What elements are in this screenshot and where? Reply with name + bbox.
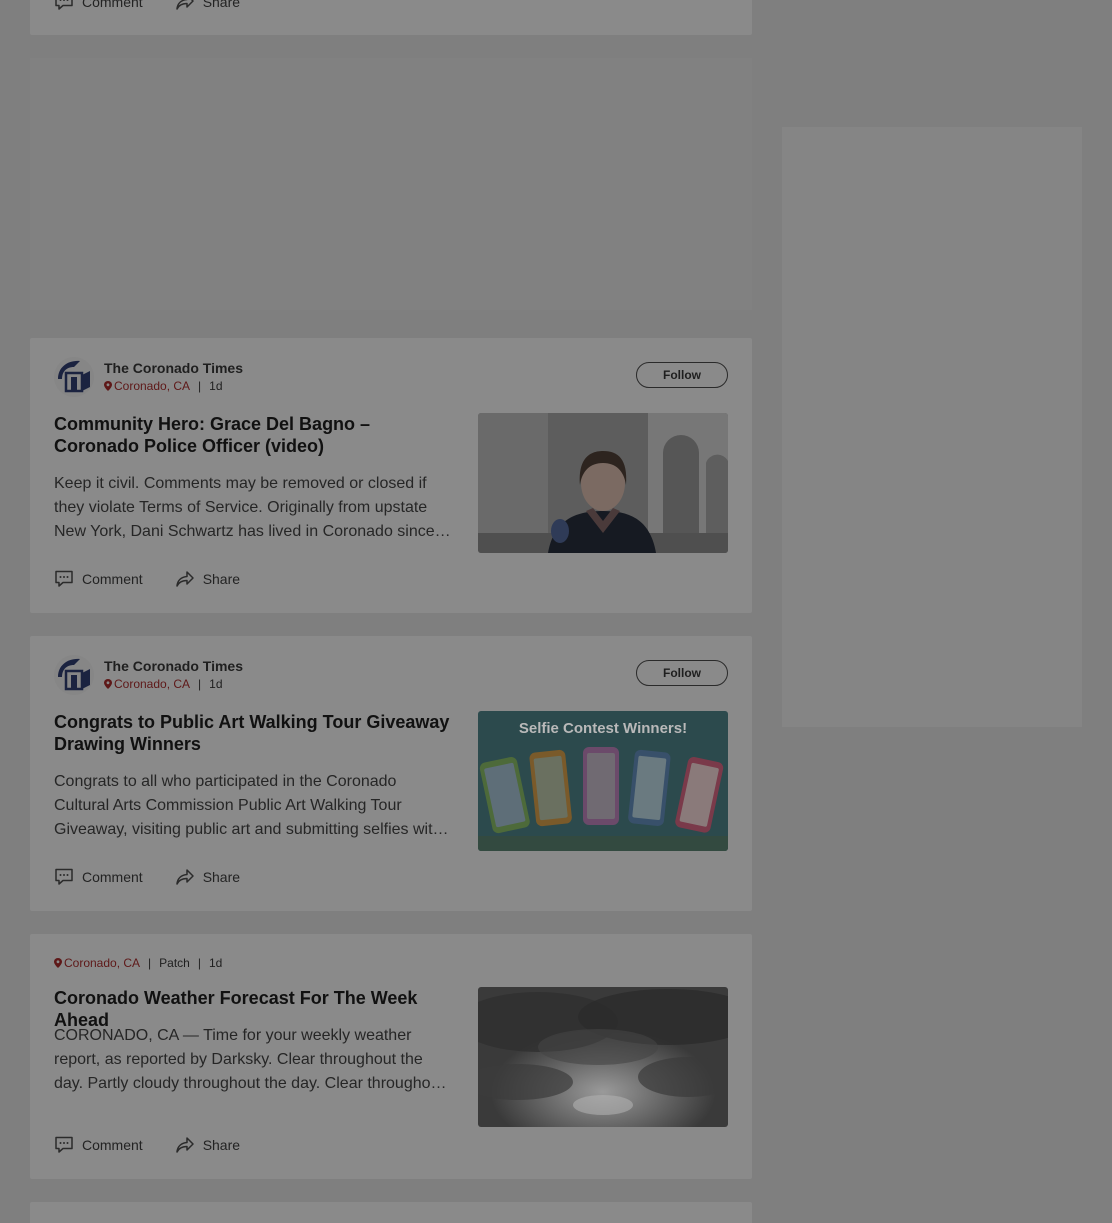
publisher-logo[interactable] (54, 357, 94, 397)
comment-button[interactable]: Comment (54, 570, 143, 588)
ad-slot (30, 58, 752, 310)
article-title[interactable]: Congrats to Public Art Walking Tour Give… (54, 711, 454, 755)
comment-button[interactable]: Comment (54, 0, 143, 11)
publisher-name[interactable]: The Coronado Times (104, 658, 243, 674)
share-label: Share (202, 571, 241, 587)
share-button[interactable]: Share (175, 868, 240, 886)
article-age: 1d (209, 677, 223, 691)
article-card: The Coronado Times Coronado, CA | 1d Fol… (30, 636, 752, 911)
share-icon (175, 869, 194, 885)
selfie-contest-thumbnail: Selfie Contest Winners! (478, 711, 728, 851)
coronado-times-logo-icon (58, 360, 90, 393)
comment-label: Comment (82, 571, 143, 587)
article-summary[interactable]: Congrats to all who participated in the … (54, 770, 454, 842)
location-label: Coronado, CA (64, 956, 141, 970)
meta-separator: | (198, 677, 202, 691)
share-icon (175, 571, 194, 587)
comment-icon (55, 570, 73, 587)
article-meta: Coronado, CA | Patch | 1d (54, 956, 222, 970)
location-pin-icon (54, 958, 62, 968)
comment-button[interactable]: Comment (54, 868, 143, 886)
location-link[interactable]: Coronado, CA (104, 379, 190, 393)
publisher-name[interactable]: The Coronado Times (104, 360, 243, 376)
article-actions: Comment Share (54, 867, 272, 887)
article-actions: Comment Share (54, 569, 272, 589)
article-source[interactable]: Patch (159, 956, 190, 970)
share-button[interactable]: Share (175, 0, 240, 11)
comment-icon (55, 0, 73, 10)
sidebar-ad-slot (782, 127, 1082, 727)
share-label: Share (202, 869, 241, 885)
share-icon (175, 1137, 194, 1153)
article-thumbnail[interactable] (478, 987, 728, 1127)
comment-icon (55, 868, 73, 885)
article-summary[interactable]: Keep it civil. Comments may be removed o… (54, 472, 454, 544)
location-link[interactable]: Coronado, CA (104, 677, 190, 691)
article-age: 1d (209, 379, 223, 393)
article-thumbnail[interactable] (478, 413, 728, 553)
publisher-row: The Coronado Times Coronado, CA | 1d Fol… (54, 655, 728, 695)
next-article-card (30, 1202, 752, 1223)
comment-label: Comment (82, 0, 143, 10)
location-link[interactable]: Coronado, CA (54, 956, 140, 970)
article-meta: Coronado, CA | 1d (104, 677, 223, 691)
article-card: Coronado, CA | Patch | 1d Coronado Weath… (30, 934, 752, 1179)
comment-icon (55, 1136, 73, 1153)
meta-separator: | (197, 956, 201, 970)
share-label: Share (202, 1137, 241, 1153)
publisher-logo[interactable] (54, 655, 94, 695)
comment-label: Comment (82, 869, 143, 885)
share-label: Share (202, 0, 241, 10)
article-age: 1d (208, 956, 223, 970)
storm-clouds-thumbnail (478, 987, 728, 1127)
article-actions: Comment Share (54, 0, 272, 12)
thumbnail-caption: Selfie Contest Winners! (519, 720, 687, 737)
location-label: Coronado, CA (114, 677, 191, 691)
follow-button[interactable]: Follow (636, 362, 728, 388)
article-summary[interactable]: CORONADO, CA — Time for your weekly weat… (54, 1024, 454, 1096)
publisher-row: The Coronado Times Coronado, CA | 1d Fol… (54, 357, 728, 397)
location-pin-icon (104, 381, 112, 391)
meta-separator: | (148, 956, 152, 970)
comment-button[interactable]: Comment (54, 1136, 143, 1154)
meta-separator: | (198, 379, 202, 393)
share-button[interactable]: Share (175, 570, 240, 588)
share-icon (175, 0, 194, 10)
article-thumbnail[interactable]: Selfie Contest Winners! (478, 711, 728, 851)
article-card: The Coronado Times Coronado, CA | 1d Fol… (30, 338, 752, 613)
coronado-times-logo-icon (58, 658, 90, 691)
article-title[interactable]: Community Hero: Grace Del Bagno – Corona… (54, 413, 454, 457)
police-officer-thumbnail (478, 413, 728, 553)
location-pin-icon (104, 679, 112, 689)
comment-label: Comment (82, 1137, 143, 1153)
share-button[interactable]: Share (175, 1136, 240, 1154)
previous-article-card: Comment Share (30, 0, 752, 35)
follow-button[interactable]: Follow (636, 660, 728, 686)
location-label: Coronado, CA (114, 379, 191, 393)
article-actions: Comment Share (54, 1135, 272, 1155)
article-meta: Coronado, CA | 1d (104, 379, 223, 393)
